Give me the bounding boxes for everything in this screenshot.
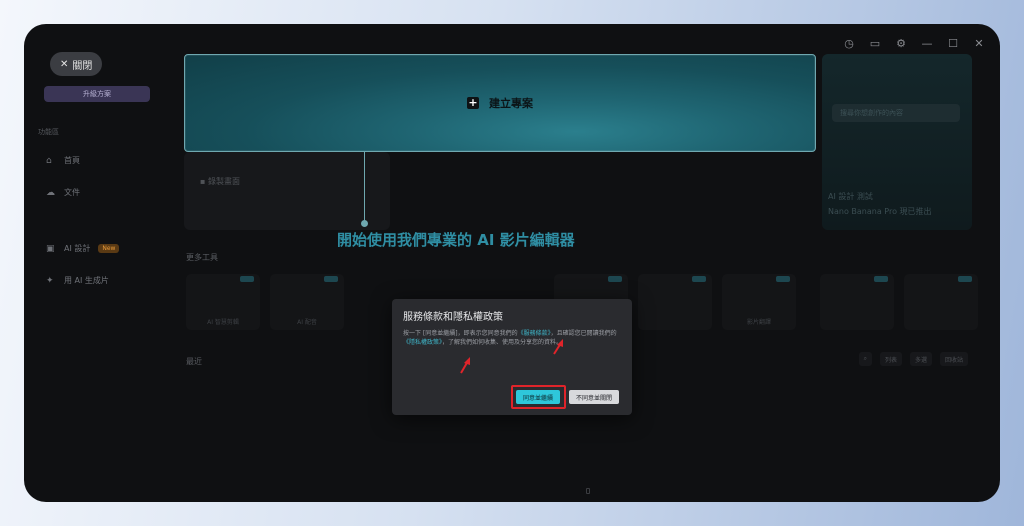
search-icon[interactable]: ⌕ — [858, 352, 872, 366]
tool-tag — [608, 276, 622, 282]
minimize-icon[interactable]: — — [920, 36, 934, 50]
guide-pointer-line — [364, 152, 365, 224]
promo-card[interactable]: 搜尋你想創作的內容 AI 設計 測試 Nano Banana Pro 現已推出 — [822, 54, 972, 230]
promo-search[interactable]: 搜尋你想創作的內容 — [832, 104, 960, 122]
close-button-label: 關閉 — [72, 60, 93, 72]
settings-icon[interactable]: ⚙ — [894, 36, 908, 50]
sidebar: ✕ 關閉 升級方案 功能區 ⌂ 首頁 ☁ 文件 ▣ AI 設計 New ✦ 用 … — [24, 24, 174, 502]
new-badge: New — [98, 244, 120, 253]
terms-link[interactable]: 《服務條款》 — [518, 330, 551, 337]
upgrade-button[interactable]: 升級方案 — [44, 86, 150, 102]
agree-button[interactable]: 同意並繼續 — [516, 390, 560, 404]
tool-tag — [324, 276, 338, 282]
create-project-card[interactable]: + 建立專案 — [184, 54, 816, 152]
tool-tile[interactable] — [638, 274, 712, 330]
sidebar-item-label: 文件 — [64, 188, 80, 197]
tool-tile[interactable]: AI 配音 — [270, 274, 344, 330]
close-x-icon: ✕ — [60, 58, 69, 70]
record-icon: ▪ — [200, 177, 208, 186]
sidebar-item-label: 用 AI 生成片 — [64, 276, 109, 285]
disagree-button[interactable]: 不同意並關閉 — [569, 390, 619, 404]
cloud-icon: ☁ — [46, 187, 55, 198]
multi-select-button[interactable]: 多選 — [909, 352, 932, 366]
guide-title: 開始使用我們專業的 AI 影片編輯器 — [337, 231, 575, 249]
sidebar-item-label: AI 設計 — [64, 244, 91, 253]
sidebar-item-label: 首頁 — [64, 156, 80, 165]
sidebar-section-label: 功能區 — [38, 128, 59, 136]
home-icon: ⌂ — [46, 155, 52, 166]
terms-modal: 服務條款和隱私權政策 按一下 [同意並繼續]，即表示您同意我們的《服務條款》，且… — [392, 299, 632, 415]
ai-design-icon: ▣ — [46, 243, 55, 254]
plus-icon: + — [467, 96, 479, 109]
tool-tag — [958, 276, 972, 282]
tool-tile[interactable]: 影片翻譯 — [722, 274, 796, 330]
tool-tag — [240, 276, 254, 282]
sidebar-item-ai-generate[interactable]: ✦ 用 AI 生成片 — [46, 275, 109, 286]
more-tools-label: 更多工具 — [186, 253, 218, 262]
guide-pointer-dot — [361, 220, 368, 227]
recent-label: 最近 — [186, 357, 202, 366]
app-window: ◷ ▭ ⚙ — ☐ ✕ ✕ 關閉 升級方案 功能區 ⌂ 首頁 ☁ 文件 ▣ AI… — [24, 24, 1000, 502]
tool-tile[interactable] — [904, 274, 978, 330]
privacy-link[interactable]: 《隱私權政策》 — [403, 339, 442, 346]
promo-line-2: Nano Banana Pro 現已推出 — [828, 207, 932, 216]
recent-toolbar: ⌕ 列表 多選 回收站 — [858, 352, 968, 366]
window-controls: ◷ ▭ ⚙ — ☐ ✕ — [842, 36, 986, 50]
tool-tile[interactable] — [820, 274, 894, 330]
tool-tag — [776, 276, 790, 282]
sparkle-icon: ✦ — [46, 275, 54, 286]
modal-title: 服務條款和隱私權政策 — [403, 312, 503, 323]
close-icon[interactable]: ✕ — [972, 36, 986, 50]
scroll-indicator — [586, 488, 590, 494]
modal-body: 按一下 [同意並繼續]，即表示您同意我們的《服務條款》，且確認您已閱讀我們的《隱… — [403, 330, 617, 346]
record-card[interactable] — [184, 152, 390, 230]
sidebar-item-home[interactable]: ⌂ 首頁 — [46, 155, 80, 166]
record-label: ▪ 錄製畫面 — [200, 177, 240, 186]
create-project-label: 建立專案 — [489, 97, 533, 110]
tool-tag — [874, 276, 888, 282]
screen-icon[interactable]: ▭ — [868, 36, 882, 50]
clock-icon[interactable]: ◷ — [842, 36, 856, 50]
maximize-icon[interactable]: ☐ — [946, 36, 960, 50]
view-toggle-button[interactable]: 列表 — [879, 352, 902, 366]
sidebar-item-ai-design[interactable]: ▣ AI 設計 New — [46, 243, 120, 254]
trash-button[interactable]: 回收站 — [939, 352, 968, 366]
tool-tile[interactable]: AI 智慧剪輯 — [186, 274, 260, 330]
promo-line-1: AI 設計 測試 — [828, 192, 873, 201]
tool-tag — [692, 276, 706, 282]
sidebar-item-files[interactable]: ☁ 文件 — [46, 187, 80, 198]
close-button[interactable]: ✕ 關閉 — [50, 52, 103, 76]
